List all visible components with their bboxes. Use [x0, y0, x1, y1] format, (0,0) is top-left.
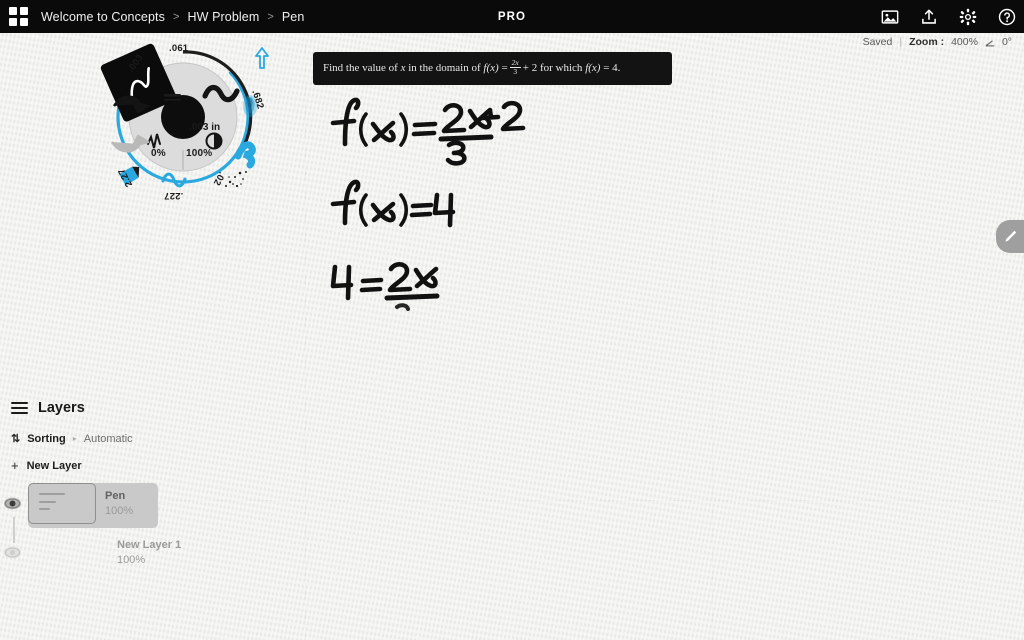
- status-divider: |: [899, 36, 903, 48]
- handwritten-line-3: [323, 255, 453, 315]
- top-navigation-bar: Welcome to Concepts > HW Problem > Pen P…: [0, 0, 1024, 33]
- layers-header[interactable]: Layers: [0, 400, 230, 416]
- help-question-icon[interactable]: [998, 8, 1016, 26]
- layer-meta: New Layer 1 100%: [117, 538, 181, 568]
- layer-name: New Layer 1: [117, 539, 182, 551]
- layer-opacity[interactable]: 100%: [117, 553, 181, 568]
- problem-prefix: Find the value of: [323, 62, 401, 75]
- eye-visible-icon[interactable]: [3, 497, 22, 510]
- problem-mid-2: for which: [537, 62, 586, 75]
- breadcrumb-item-project[interactable]: HW Problem: [187, 10, 259, 24]
- upload-export-icon[interactable]: [920, 8, 938, 26]
- gear-settings-icon[interactable]: [959, 8, 977, 26]
- problem-function-2-arg: (x): [588, 62, 601, 75]
- concepts-app-window: Welcome to Concepts > HW Problem > Pen P…: [0, 0, 1024, 640]
- problem-equals-1: =: [501, 62, 508, 75]
- canvas-status-bar: Saved | Zoom : 400% 0°: [863, 36, 1012, 48]
- problem-plus-term: + 2: [522, 62, 538, 75]
- precision-pointer-icon: [255, 47, 269, 69]
- dial-tool-label-marker[interactable]: .227: [164, 190, 183, 201]
- zoom-value[interactable]: 400%: [951, 36, 978, 48]
- breadcrumb-item-gallery[interactable]: Welcome to Concepts: [41, 10, 165, 24]
- marker-hook-glyph: [234, 141, 256, 169]
- layers-title: Layers: [38, 400, 85, 416]
- saved-status: Saved: [862, 36, 893, 48]
- layers-panel: Layers ⇅ Sorting ▸ Automatic + New Layer: [0, 400, 230, 472]
- breadcrumb-separator: >: [172, 10, 180, 23]
- breadcrumb: Welcome to Concepts > HW Problem > Pen: [41, 10, 304, 24]
- layer-name: Pen: [105, 489, 126, 502]
- layers-lines-icon[interactable]: [11, 401, 28, 415]
- spray-dots-glyph: [225, 171, 247, 188]
- layer-opacity[interactable]: 100%: [105, 504, 133, 519]
- chevron-right-icon: ▸: [72, 434, 77, 443]
- breadcrumb-separator: >: [267, 10, 274, 23]
- grid-icon[interactable]: [9, 7, 28, 26]
- sorting-label: Sorting: [27, 432, 66, 445]
- problem-function-1-arg: (x): [486, 62, 499, 75]
- problem-equals-2: = 4.: [603, 62, 621, 75]
- rotation-value[interactable]: 0°: [1002, 36, 1012, 48]
- problem-fraction: 2x 3: [509, 58, 521, 76]
- handwritten-plus-two: [479, 100, 530, 140]
- table-row[interactable]: Pen 100%: [3, 483, 133, 524]
- plus-icon: +: [11, 458, 19, 473]
- pen-icon: [1004, 230, 1016, 242]
- sorting-row[interactable]: ⇅ Sorting ▸ Automatic: [0, 432, 230, 446]
- new-layer-label: New Layer: [26, 459, 82, 472]
- image-gallery-icon[interactable]: [881, 8, 899, 26]
- problem-mid-1: in the domain of: [405, 62, 484, 75]
- radial-tool-dial[interactable]: .003 in 0% 100% .003 .061 .682 .02 .227 …: [100, 34, 285, 219]
- layer-meta: Pen 100%: [105, 489, 133, 519]
- handwritten-line-2: [325, 175, 456, 231]
- dial-max-percent: 100%: [186, 148, 213, 159]
- top-bar-icon-group: [881, 0, 1016, 33]
- eye-hidden-icon[interactable]: [3, 546, 22, 559]
- breadcrumb-item-drawing[interactable]: Pen: [282, 10, 305, 24]
- angle-icon: [985, 39, 995, 46]
- sort-updown-icon[interactable]: ⇅: [11, 432, 20, 445]
- fraction-denominator: 3: [513, 67, 518, 76]
- sorting-value[interactable]: Automatic: [84, 433, 133, 445]
- problem-statement-banner: Find the value of x in the domain of f(x…: [313, 52, 672, 85]
- new-layer-button[interactable]: + New Layer: [0, 459, 230, 472]
- dial-min-percent: 0%: [151, 148, 166, 159]
- layer-thumbnail[interactable]: [28, 483, 96, 524]
- table-row[interactable]: New Layer 1 100%: [3, 538, 181, 568]
- zoom-label: Zoom :: [909, 36, 945, 48]
- dial-tool-label-brush[interactable]: .061: [169, 43, 188, 54]
- pen-tool-tab[interactable]: [996, 220, 1024, 253]
- dial-center-size-value[interactable]: .003 in: [189, 122, 220, 133]
